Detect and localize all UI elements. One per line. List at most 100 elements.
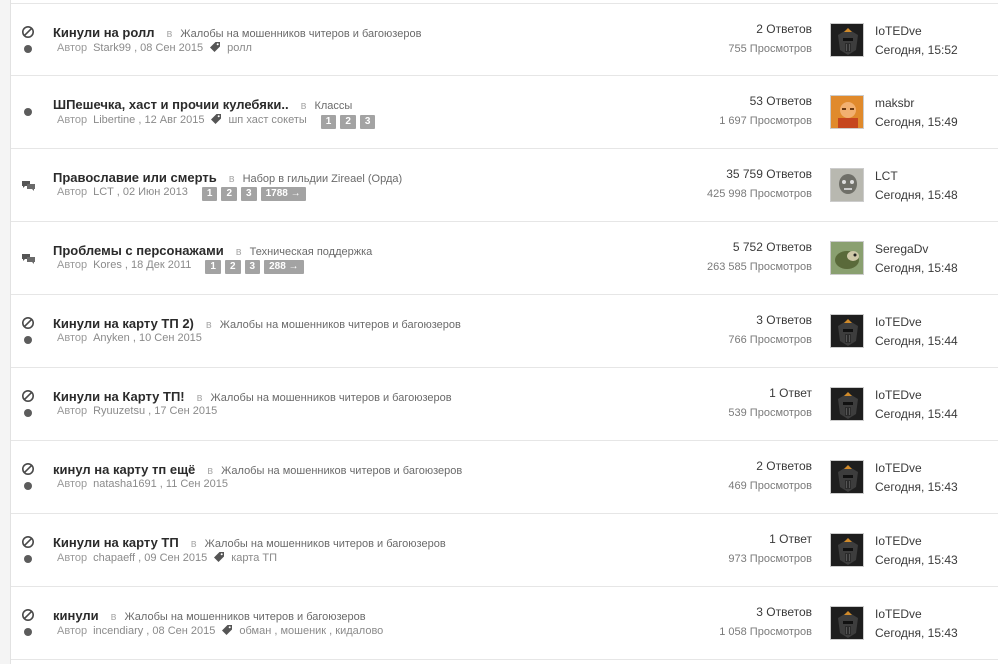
page-button[interactable]: 1 — [205, 260, 221, 274]
tag-link[interactable]: мошеник — [280, 625, 326, 637]
in-label: в — [235, 246, 242, 258]
title-line: ШПешечка, хаст и прочии кулебяки.. в Класс… — [53, 97, 352, 112]
last-poster-link[interactable]: IoTEDve — [875, 24, 922, 38]
avatar[interactable] — [830, 314, 864, 348]
author-link[interactable]: Stark99 — [93, 42, 131, 54]
unread-dot-icon — [24, 336, 32, 344]
topic-date: , 12 Авг 2015 — [135, 114, 205, 126]
page-button[interactable]: 2 — [340, 115, 356, 129]
unread-dot-icon — [24, 555, 32, 563]
topic-date: , 02 Июн 2013 — [113, 186, 188, 198]
last-poster-link[interactable]: IoTEDve — [875, 534, 922, 548]
last-poster-link[interactable]: IoTEDve — [875, 315, 922, 329]
forum-link[interactable]: Жалобы на мошенников читеров и багоюзеро… — [210, 392, 451, 404]
author-link[interactable]: Ryuuzetsu — [93, 405, 145, 417]
title-line: кинули в Жалобы на мошенников читеров и ба… — [53, 608, 366, 623]
topic-title[interactable]: Православие или смерть — [53, 170, 217, 185]
author-label: Автор — [57, 332, 88, 344]
view-count: 973 Просмотров — [728, 553, 812, 565]
in-label: в — [196, 392, 203, 404]
page-button[interactable]: 1 — [201, 187, 218, 201]
topic-title[interactable]: Проблемы с персонажами — [53, 243, 224, 258]
page-button[interactable]: 2 — [221, 187, 238, 201]
page-button[interactable]: 2 — [224, 260, 241, 274]
avatar[interactable] — [830, 168, 864, 202]
avatar[interactable] — [830, 241, 864, 275]
topic-row: Кинули на ролл в Жалобы на мошенников чите… — [11, 3, 998, 76]
author-label: Автор — [57, 552, 88, 564]
forum-link[interactable]: Техническая поддержка — [250, 246, 373, 258]
topic-date: , 18 Дек 2011 — [121, 259, 192, 271]
avatar[interactable] — [830, 460, 864, 494]
forum-link[interactable]: Набор в гильдии Zireael (Орда) — [243, 173, 403, 185]
reply-count: 5 752 Ответов — [732, 240, 812, 254]
avatar[interactable] — [830, 95, 864, 129]
page-button[interactable]: 3 — [241, 187, 257, 201]
last-post-time: Сегодня, 15:43 — [875, 480, 958, 494]
avatar[interactable] — [830, 533, 864, 567]
view-count: 755 Просмотров — [728, 43, 812, 55]
author-link[interactable]: Kores — [93, 259, 122, 271]
avatar[interactable] — [830, 606, 864, 640]
title-line: Кинули на карту ТП 2) в Жалобы на мошенник… — [53, 316, 461, 331]
reply-count: 2 Ответов — [756, 459, 812, 473]
page-button[interactable]: 1788 → — [260, 187, 306, 201]
meta-line: Автор Ryuuzetsu , 17 Сен 2015 — [57, 405, 217, 417]
topic-title[interactable]: Кинули на ролл — [53, 25, 154, 40]
title-line: Проблемы с персонажами в Техническая подде… — [53, 243, 372, 258]
forum-link[interactable]: Жалобы на мошенников читеров и багоюзеро… — [125, 611, 366, 623]
tag-icon — [221, 624, 233, 639]
tag-link[interactable]: ролл — [227, 42, 252, 54]
author-link[interactable]: LCT — [93, 186, 114, 198]
topic-row: Кинули на Карту ТП! в Жалобы на мошенников… — [11, 368, 998, 441]
author-link[interactable]: incendiary — [93, 625, 143, 637]
topic-title[interactable]: Кинули на карту ТП — [53, 535, 179, 550]
topic-title[interactable]: Кинули на Карту ТП! — [53, 389, 185, 404]
meta-line: Автор incendiary , 08 Сен 2015 обман , мош… — [57, 624, 383, 639]
forum-link[interactable]: Классы — [314, 100, 352, 112]
forum-link[interactable]: Жалобы на мошенников читеров и багоюзеро… — [180, 28, 421, 40]
reply-count: 3 Ответов — [756, 605, 812, 619]
author-link[interactable]: chapaeff — [93, 552, 135, 564]
last-post-time: Сегодня, 15:49 — [875, 115, 958, 129]
last-post-time: Сегодня, 15:48 — [875, 261, 958, 275]
topic-row: Православие или смерть в Набор в гильдии Z… — [11, 149, 998, 222]
author-link[interactable]: Libertine — [93, 114, 135, 126]
topic-date: , 10 Сен 2015 — [129, 332, 202, 344]
last-poster-link[interactable]: maksbr — [875, 96, 914, 110]
tag-link[interactable]: обман — [239, 625, 271, 637]
title-line: Православие или смерть в Набор в гильдии Z… — [53, 170, 402, 185]
topic-title[interactable]: кинули — [53, 608, 99, 623]
last-poster-link[interactable]: IoTEDve — [875, 461, 922, 475]
author-label: Автор — [57, 42, 88, 54]
forum-link[interactable]: Жалобы на мошенников читеров и багоюзеро… — [220, 319, 461, 331]
reply-count: 35 759 Ответов — [726, 167, 812, 181]
author-label: Автор — [57, 186, 88, 198]
last-poster-link[interactable]: IoTEDve — [875, 388, 922, 402]
author-link[interactable]: natasha1691 — [93, 478, 157, 490]
forum-link[interactable]: Жалобы на мошенников читеров и багоюзеро… — [205, 538, 446, 550]
meta-line: Автор Kores , 18 Дек 2011 1 2 3 288 → — [57, 259, 308, 274]
view-count: 1 058 Просмотров — [719, 626, 812, 638]
page-button[interactable]: 3 — [359, 115, 376, 129]
title-line: Кинули на Карту ТП! в Жалобы на мошенников… — [53, 389, 452, 404]
view-count: 539 Просмотров — [728, 407, 812, 419]
page-button[interactable]: 3 — [244, 260, 261, 274]
topic-title[interactable]: кинул на карту тп ещё — [53, 462, 195, 477]
in-label: в — [207, 465, 214, 477]
author-link[interactable]: Anyken — [93, 332, 130, 344]
topic-row: кинул на карту тп ещё в Жалобы на мошенник… — [11, 441, 998, 514]
last-poster-link[interactable]: LCT — [875, 169, 898, 183]
page-button[interactable]: 1 — [320, 115, 337, 129]
avatar[interactable] — [830, 387, 864, 421]
last-poster-link[interactable]: SeregaDv — [875, 242, 928, 256]
topic-title[interactable]: Кинули на карту ТП 2) — [53, 316, 194, 331]
forum-link[interactable]: Жалобы на мошенников читеров и багоюзеро… — [221, 465, 462, 477]
tag-link[interactable]: шп хаст сокеты — [228, 114, 306, 126]
page-button[interactable]: 288 → — [264, 260, 304, 274]
tag-link[interactable]: кидалово — [335, 625, 383, 637]
last-poster-link[interactable]: IoTEDve — [875, 607, 922, 621]
avatar[interactable] — [830, 23, 864, 57]
topic-title[interactable]: ШПешечка, хаст и прочии кулебяки.. — [53, 97, 289, 112]
tag-link[interactable]: карта ТП — [231, 552, 277, 564]
